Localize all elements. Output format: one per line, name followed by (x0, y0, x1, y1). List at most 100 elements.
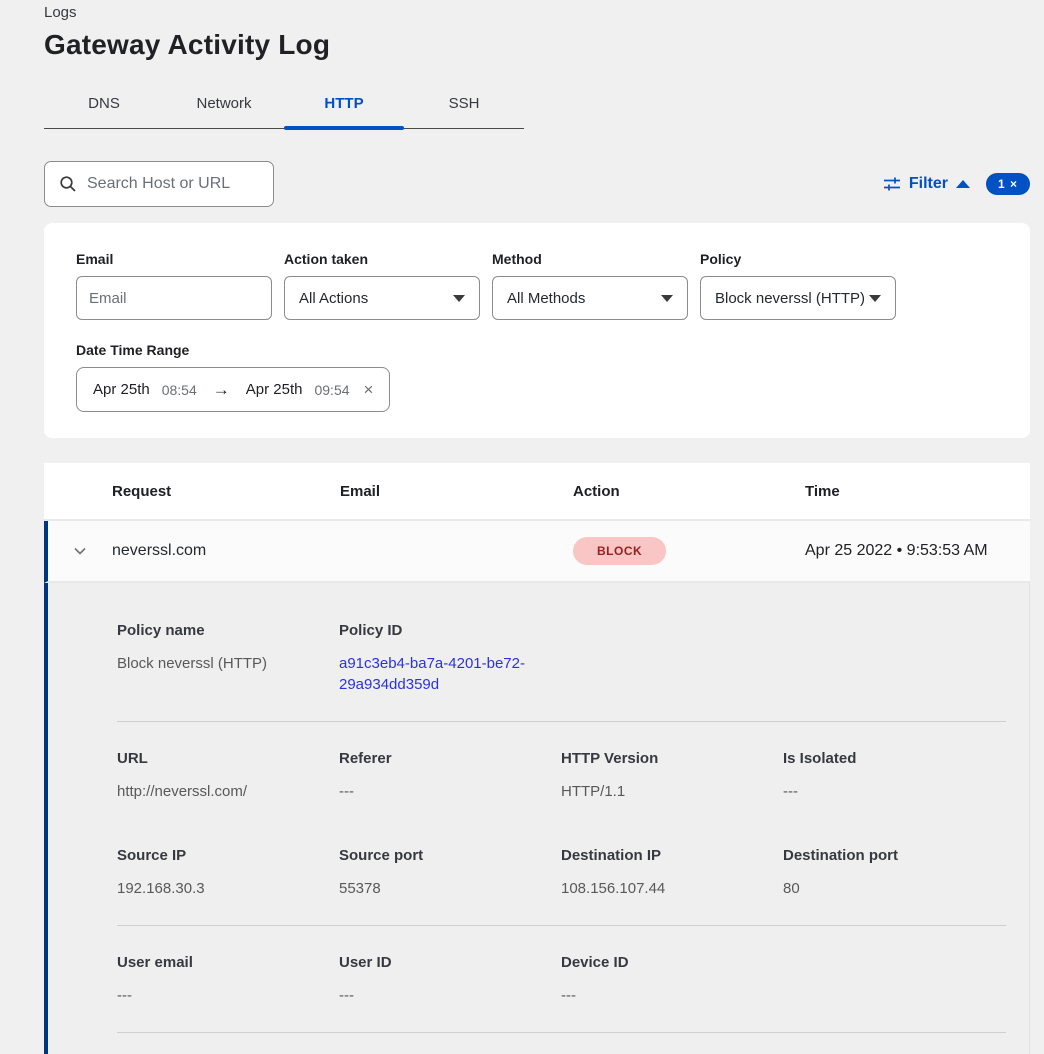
policy-select[interactable]: Block neverssl (HTTP) (700, 276, 896, 320)
filter-panel: Email Action taken All Actions Method Al… (44, 223, 1030, 438)
table-header-row: Request Email Action Time (44, 463, 1030, 521)
filter-toggle-label: Filter (909, 175, 948, 193)
column-header-time: Time (805, 483, 1030, 500)
table-row[interactable]: neverssl.com BLOCK Apr 25 2022 • 9:53:53… (44, 521, 1030, 583)
block-status-badge: BLOCK (573, 537, 666, 565)
tab-network[interactable]: Network (164, 83, 284, 128)
policy-filter-label: Policy (700, 251, 896, 267)
policy-selected-value: Block neverssl (HTTP) (715, 290, 865, 307)
method-select[interactable]: All Methods (492, 276, 688, 320)
activity-log-table: Request Email Action Time neverssl.com B… (44, 463, 1030, 1054)
policy-id-link[interactable]: a91c3eb4-ba7a-4201-be72-29a934dd359d (339, 653, 535, 695)
method-filter-field: Method All Methods (492, 251, 688, 320)
policy-id-field: Policy ID a91c3eb4-ba7a-4201-be72-29a934… (339, 622, 561, 695)
referer-field: Referer --- (339, 750, 561, 802)
breadcrumb[interactable]: Logs (44, 4, 1030, 21)
section-divider (117, 721, 1006, 722)
is-isolated-value: --- (783, 781, 1006, 802)
destination-port-label: Destination port (783, 847, 1006, 864)
user-email-label: User email (117, 954, 339, 971)
url-label: URL (117, 750, 339, 767)
tab-dns[interactable]: DNS (44, 83, 164, 128)
source-ip-label: Source IP (117, 847, 339, 864)
is-isolated-label: Is Isolated (783, 750, 1006, 767)
chevron-down-icon (661, 295, 673, 302)
source-ip-value: 192.168.30.3 (117, 878, 339, 899)
start-date[interactable]: Apr 25th (93, 381, 150, 398)
referer-value: --- (339, 781, 561, 802)
column-header-email: Email (340, 483, 573, 500)
toolbar: Filter 1 × (44, 161, 1030, 207)
search-input[interactable] (87, 175, 259, 193)
page-content: Logs Gateway Activity Log DNS Network HT… (0, 0, 1044, 1054)
policy-name-field: Policy name Block neverssl (HTTP) (117, 622, 339, 695)
tab-http[interactable]: HTTP (284, 83, 404, 128)
date-range-picker[interactable]: Apr 25th 08:54 → Apr 25th 09:54 × (76, 367, 390, 412)
http-version-field: HTTP Version HTTP/1.1 (561, 750, 783, 802)
source-port-value: 55378 (339, 878, 561, 899)
end-date[interactable]: Apr 25th (246, 381, 303, 398)
destination-ip-label: Destination IP (561, 847, 783, 864)
user-id-value: --- (339, 985, 561, 1006)
email-filter-field: Email (76, 251, 272, 320)
policy-name-label: Policy name (117, 622, 339, 639)
date-range-field: Date Time Range Apr 25th 08:54 → Apr 25t… (76, 342, 998, 412)
action-taken-filter-label: Action taken (284, 251, 480, 267)
user-email-value: --- (117, 985, 339, 1006)
source-port-field: Source port 55378 (339, 847, 561, 899)
tab-bar: DNS Network HTTP SSH (44, 83, 524, 129)
source-ip-field: Source IP 192.168.30.3 (117, 847, 339, 899)
expanded-row-details: Policy name Block neverssl (HTTP) Policy… (44, 583, 1030, 1054)
device-id-value: --- (561, 985, 783, 1006)
action-taken-filter-field: Action taken All Actions (284, 251, 480, 320)
start-time[interactable]: 08:54 (162, 382, 197, 398)
method-selected-value: All Methods (507, 290, 585, 307)
filter-sliders-icon (883, 175, 901, 193)
user-id-label: User ID (339, 954, 561, 971)
url-value: http://neverssl.com/ (117, 781, 339, 802)
http-version-label: HTTP Version (561, 750, 783, 767)
chevron-down-icon (453, 295, 465, 302)
destination-ip-value: 108.156.107.44 (561, 878, 783, 899)
policy-name-value: Block neverssl (HTTP) (117, 653, 339, 674)
policy-filter-field: Policy Block neverssl (HTTP) (700, 251, 896, 320)
chevron-down-icon (869, 295, 881, 302)
arrow-right-icon: → (209, 380, 234, 400)
url-field: URL http://neverssl.com/ (117, 750, 339, 802)
filter-toggle-button[interactable]: Filter 1 × (883, 173, 1030, 195)
email-filter-input[interactable] (76, 276, 272, 320)
is-isolated-field: Is Isolated --- (783, 750, 1006, 802)
column-header-request: Request (112, 483, 340, 500)
column-header-action: Action (573, 483, 805, 500)
source-port-label: Source port (339, 847, 561, 864)
device-id-label: Device ID (561, 954, 783, 971)
section-divider (117, 925, 1006, 926)
email-filter-label: Email (76, 251, 272, 267)
row-request: neverssl.com (112, 542, 340, 560)
search-icon (59, 175, 77, 193)
destination-ip-field: Destination IP 108.156.107.44 (561, 847, 783, 899)
user-email-field: User email --- (117, 954, 339, 1006)
user-id-field: User ID --- (339, 954, 561, 1006)
policy-id-label: Policy ID (339, 622, 561, 639)
http-version-value: HTTP/1.1 (561, 781, 783, 802)
search-box[interactable] (44, 161, 274, 207)
clear-date-range-icon[interactable]: × (364, 380, 374, 400)
chevron-up-icon (956, 180, 970, 188)
row-expand-chevron-icon[interactable] (48, 543, 112, 559)
section-divider (117, 1032, 1006, 1033)
active-tab-indicator (284, 126, 404, 130)
device-id-field: Device ID --- (561, 954, 783, 1006)
action-taken-select[interactable]: All Actions (284, 276, 480, 320)
method-filter-label: Method (492, 251, 688, 267)
destination-port-value: 80 (783, 878, 1006, 899)
row-time: Apr 25 2022 • 9:53:53 AM (805, 542, 1030, 560)
row-action: BLOCK (573, 537, 805, 565)
filter-count-badge[interactable]: 1 × (986, 173, 1030, 195)
date-range-label: Date Time Range (76, 342, 998, 358)
tab-http-label: HTTP (324, 95, 363, 112)
page-title: Gateway Activity Log (44, 29, 1030, 61)
destination-port-field: Destination port 80 (783, 847, 1006, 899)
end-time[interactable]: 09:54 (314, 382, 349, 398)
tab-ssh[interactable]: SSH (404, 83, 524, 128)
